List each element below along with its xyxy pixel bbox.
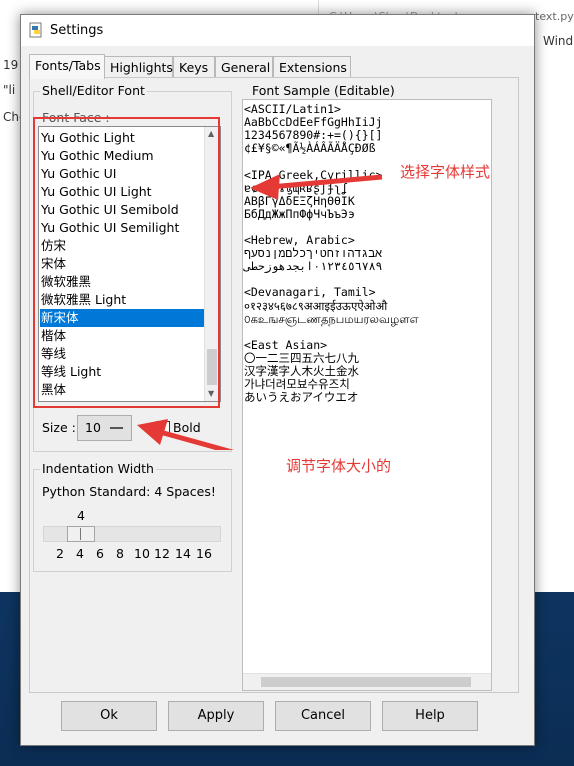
shell-editor-font-title: Shell/Editor Font (40, 83, 147, 98)
apply-button[interactable]: Apply (168, 701, 264, 731)
sample-scroll-thumb[interactable] (261, 677, 471, 687)
indentation-current-value: 4 (77, 508, 85, 523)
font-face-label: Font Face : (42, 110, 110, 125)
indent-tick-label: 6 (96, 546, 104, 561)
font-list-item[interactable]: Yu Gothic Light (40, 129, 204, 147)
indentation-slider-thumb[interactable] (67, 526, 95, 542)
title-bar: Settings (21, 15, 534, 46)
annotation-font-style: 选择字体样式 (400, 163, 491, 181)
indent-tick-label: 14 (175, 546, 191, 561)
font-size-arrowhead-icon (137, 419, 168, 445)
font-size-arrow-icon (159, 429, 235, 450)
font-sample-title: Font Sample (Editable) (250, 83, 397, 98)
font-size-value: 10 (85, 420, 101, 435)
annotation-arrows (137, 174, 383, 450)
ok-button[interactable]: Ok (61, 701, 157, 731)
indent-tick-label: 8 (116, 546, 124, 561)
font-style-arrow-icon (269, 174, 383, 190)
indent-tick-label: 10 (134, 546, 150, 561)
font-sample-line: <ASCII/Latin1> (244, 102, 341, 116)
tab-extensions[interactable]: Extensions (273, 56, 351, 78)
bg-title: text.py (535, 10, 574, 23)
annotation-font-size: 调节字体大小的 (286, 457, 392, 475)
tab-highlights[interactable]: Highlights (104, 56, 173, 78)
font-sample-line: AaBbCcDdEeFfGgHhIiJj (244, 115, 383, 130)
bg-menu-window[interactable]: Wind (543, 34, 573, 48)
size-label: Size : (42, 420, 76, 435)
font-sample-line: ¢£¥§©«¶Ã½ÀÁÂÃÄÅÇÐØß (244, 141, 376, 156)
slider-grip-icon (80, 528, 81, 540)
font-style-arrowhead-icon (250, 174, 280, 200)
cancel-button[interactable]: Cancel (275, 701, 371, 731)
indent-tick-label: 16 (196, 546, 212, 561)
indent-tick-label: 2 (56, 546, 64, 561)
python-idle-icon (29, 22, 42, 38)
tab-general[interactable]: General (215, 56, 273, 78)
scroll-up-icon[interactable]: ▲ (208, 129, 214, 138)
indent-tick-label: 12 (154, 546, 170, 561)
indentation-description: Python Standard: 4 Spaces! (42, 484, 216, 499)
bg-line-1: 19 (3, 58, 19, 72)
bg-line-2: "li (3, 83, 16, 97)
indentation-title: Indentation Width (40, 461, 156, 476)
tab-keys[interactable]: Keys (173, 56, 215, 78)
sample-horizontal-scrollbar[interactable] (243, 673, 491, 690)
help-button[interactable]: Help (382, 701, 478, 731)
dialog-title: Settings (50, 23, 104, 38)
indent-tick-label: 4 (76, 546, 84, 561)
tab-fonts-tabs[interactable]: Fonts/Tabs (29, 54, 105, 79)
